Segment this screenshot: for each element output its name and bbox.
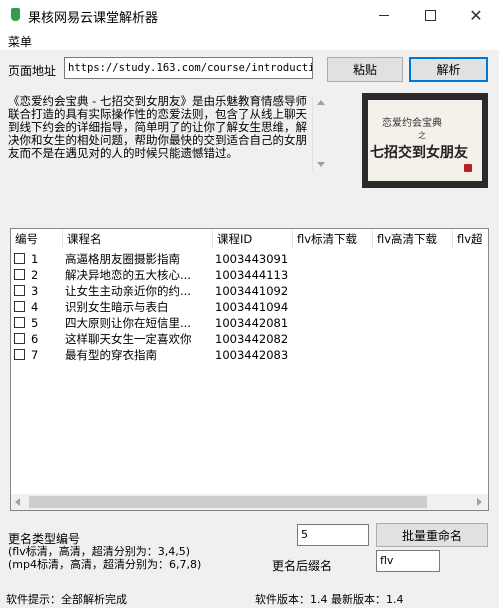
- row-course-id: 1003441094: [215, 300, 289, 314]
- app-icon: [11, 8, 20, 21]
- cover-title-line2: 之: [418, 131, 426, 140]
- menu-bar: [0, 30, 499, 50]
- row-checkbox[interactable]: [14, 253, 25, 264]
- minimize-icon: [379, 14, 389, 16]
- paste-button[interactable]: 粘贴: [327, 57, 403, 82]
- row-course-id: 1003443091: [215, 252, 289, 266]
- parse-button[interactable]: 解析: [409, 57, 488, 82]
- scroll-up-icon[interactable]: [317, 100, 325, 105]
- scroll-left-icon[interactable]: [15, 498, 20, 506]
- row-checkbox[interactable]: [14, 349, 25, 360]
- row-course-name: 高逼格朋友圈摄影指南: [65, 252, 180, 266]
- row-course-name: 解决异地恋的五大核心...: [65, 268, 191, 282]
- maximize-button[interactable]: [407, 0, 453, 30]
- version-info: 软件版本：1.4 最新版本：1.4: [255, 593, 404, 606]
- row-checkbox[interactable]: [14, 317, 25, 328]
- cover-title-line3: 七招交到女朋友: [370, 145, 468, 161]
- row-num: 7: [31, 348, 39, 362]
- row-num: 3: [31, 284, 39, 298]
- column-header-flv-sd[interactable]: flv标清下载: [293, 229, 373, 249]
- row-checkbox[interactable]: [14, 301, 25, 312]
- scroll-down-icon[interactable]: [317, 162, 325, 167]
- row-num: 1: [31, 252, 39, 266]
- mp4-hint: (mp4标清，高清，超清分别为：6,7,8): [8, 558, 202, 571]
- status-hint: 软件提示：全部解析完成: [6, 593, 127, 606]
- cover-seal: [464, 164, 472, 172]
- table-horizontal-scrollbar[interactable]: [11, 494, 488, 510]
- column-header-flv-uhd[interactable]: flv超: [453, 229, 488, 249]
- scrollbar-thumb[interactable]: [29, 496, 427, 508]
- table-row[interactable]: 2 解决异地恋的五大核心... 1003444113: [11, 267, 488, 283]
- cover-title-line1: 恋爱约会宝典: [382, 118, 442, 129]
- rename-type-input[interactable]: 5: [297, 524, 369, 546]
- row-checkbox[interactable]: [14, 269, 25, 280]
- course-description: 《恋爱约会宝典 - 七招交到女朋友》是由乐魅教育情感导师联合打造的具有实际操作性…: [8, 94, 307, 160]
- close-button[interactable]: ✕: [453, 0, 499, 30]
- table-row[interactable]: 4 识别女生暗示与表白 1003441094: [11, 299, 488, 315]
- table-row[interactable]: 7 最有型的穿衣指南 1003442083: [11, 347, 488, 363]
- url-input[interactable]: https://study.163.com/course/introductio…: [64, 57, 313, 79]
- row-course-name: 识别女生暗示与表白: [65, 300, 169, 314]
- row-course-id: 1003444113: [215, 268, 289, 282]
- maximize-icon: [424, 9, 436, 21]
- row-course-id: 1003442081: [215, 316, 289, 330]
- row-course-name: 四大原则让你在短信里...: [65, 316, 191, 330]
- row-course-id: 1003442083: [215, 348, 289, 362]
- row-num: 4: [31, 300, 39, 314]
- scroll-right-icon[interactable]: [477, 498, 482, 506]
- column-header-num[interactable]: 编号: [11, 229, 63, 249]
- row-course-id: 1003442082: [215, 332, 289, 346]
- row-course-name: 最有型的穿衣指南: [65, 348, 157, 362]
- table-row[interactable]: 3 让女生主动亲近你的约... 1003441092: [11, 283, 488, 299]
- row-checkbox[interactable]: [14, 333, 25, 344]
- column-header-flv-hd[interactable]: flv高清下载: [373, 229, 453, 249]
- course-table: 编号 课程名 课程ID flv标清下载 flv高清下载 flv超 1 高逼格朋友…: [10, 228, 489, 511]
- row-num: 2: [31, 268, 39, 282]
- course-cover-inner: 恋爱约会宝典 之 七招交到女朋友: [368, 100, 482, 181]
- row-num: 6: [31, 332, 39, 346]
- column-header-id[interactable]: 课程ID: [213, 229, 293, 249]
- minimize-button[interactable]: [361, 0, 407, 30]
- row-checkbox[interactable]: [14, 285, 25, 296]
- suffix-input[interactable]: flv: [376, 550, 440, 572]
- row-course-name: 让女生主动亲近你的约...: [65, 284, 191, 298]
- suffix-label: 更名后缀名: [272, 559, 333, 573]
- column-header-name[interactable]: 课程名: [63, 229, 213, 249]
- batch-rename-button[interactable]: 批量重命名: [376, 523, 488, 547]
- row-num: 5: [31, 316, 39, 330]
- table-row[interactable]: 5 四大原则让你在短信里... 1003442081: [11, 315, 488, 331]
- menu-item[interactable]: 菜单: [8, 33, 32, 50]
- row-course-id: 1003441092: [215, 284, 289, 298]
- table-row[interactable]: 6 这样聊天女生一定喜欢你 1003442082: [11, 331, 488, 347]
- window-title: 果核网易云课堂解析器: [28, 11, 159, 26]
- table-row[interactable]: 1 高逼格朋友圈摄影指南 1003443091: [11, 251, 488, 267]
- url-label: 页面地址: [8, 64, 57, 78]
- close-icon: ✕: [469, 5, 483, 25]
- description-scrollbar[interactable]: [312, 96, 329, 172]
- row-course-name: 这样聊天女生一定喜欢你: [65, 332, 192, 346]
